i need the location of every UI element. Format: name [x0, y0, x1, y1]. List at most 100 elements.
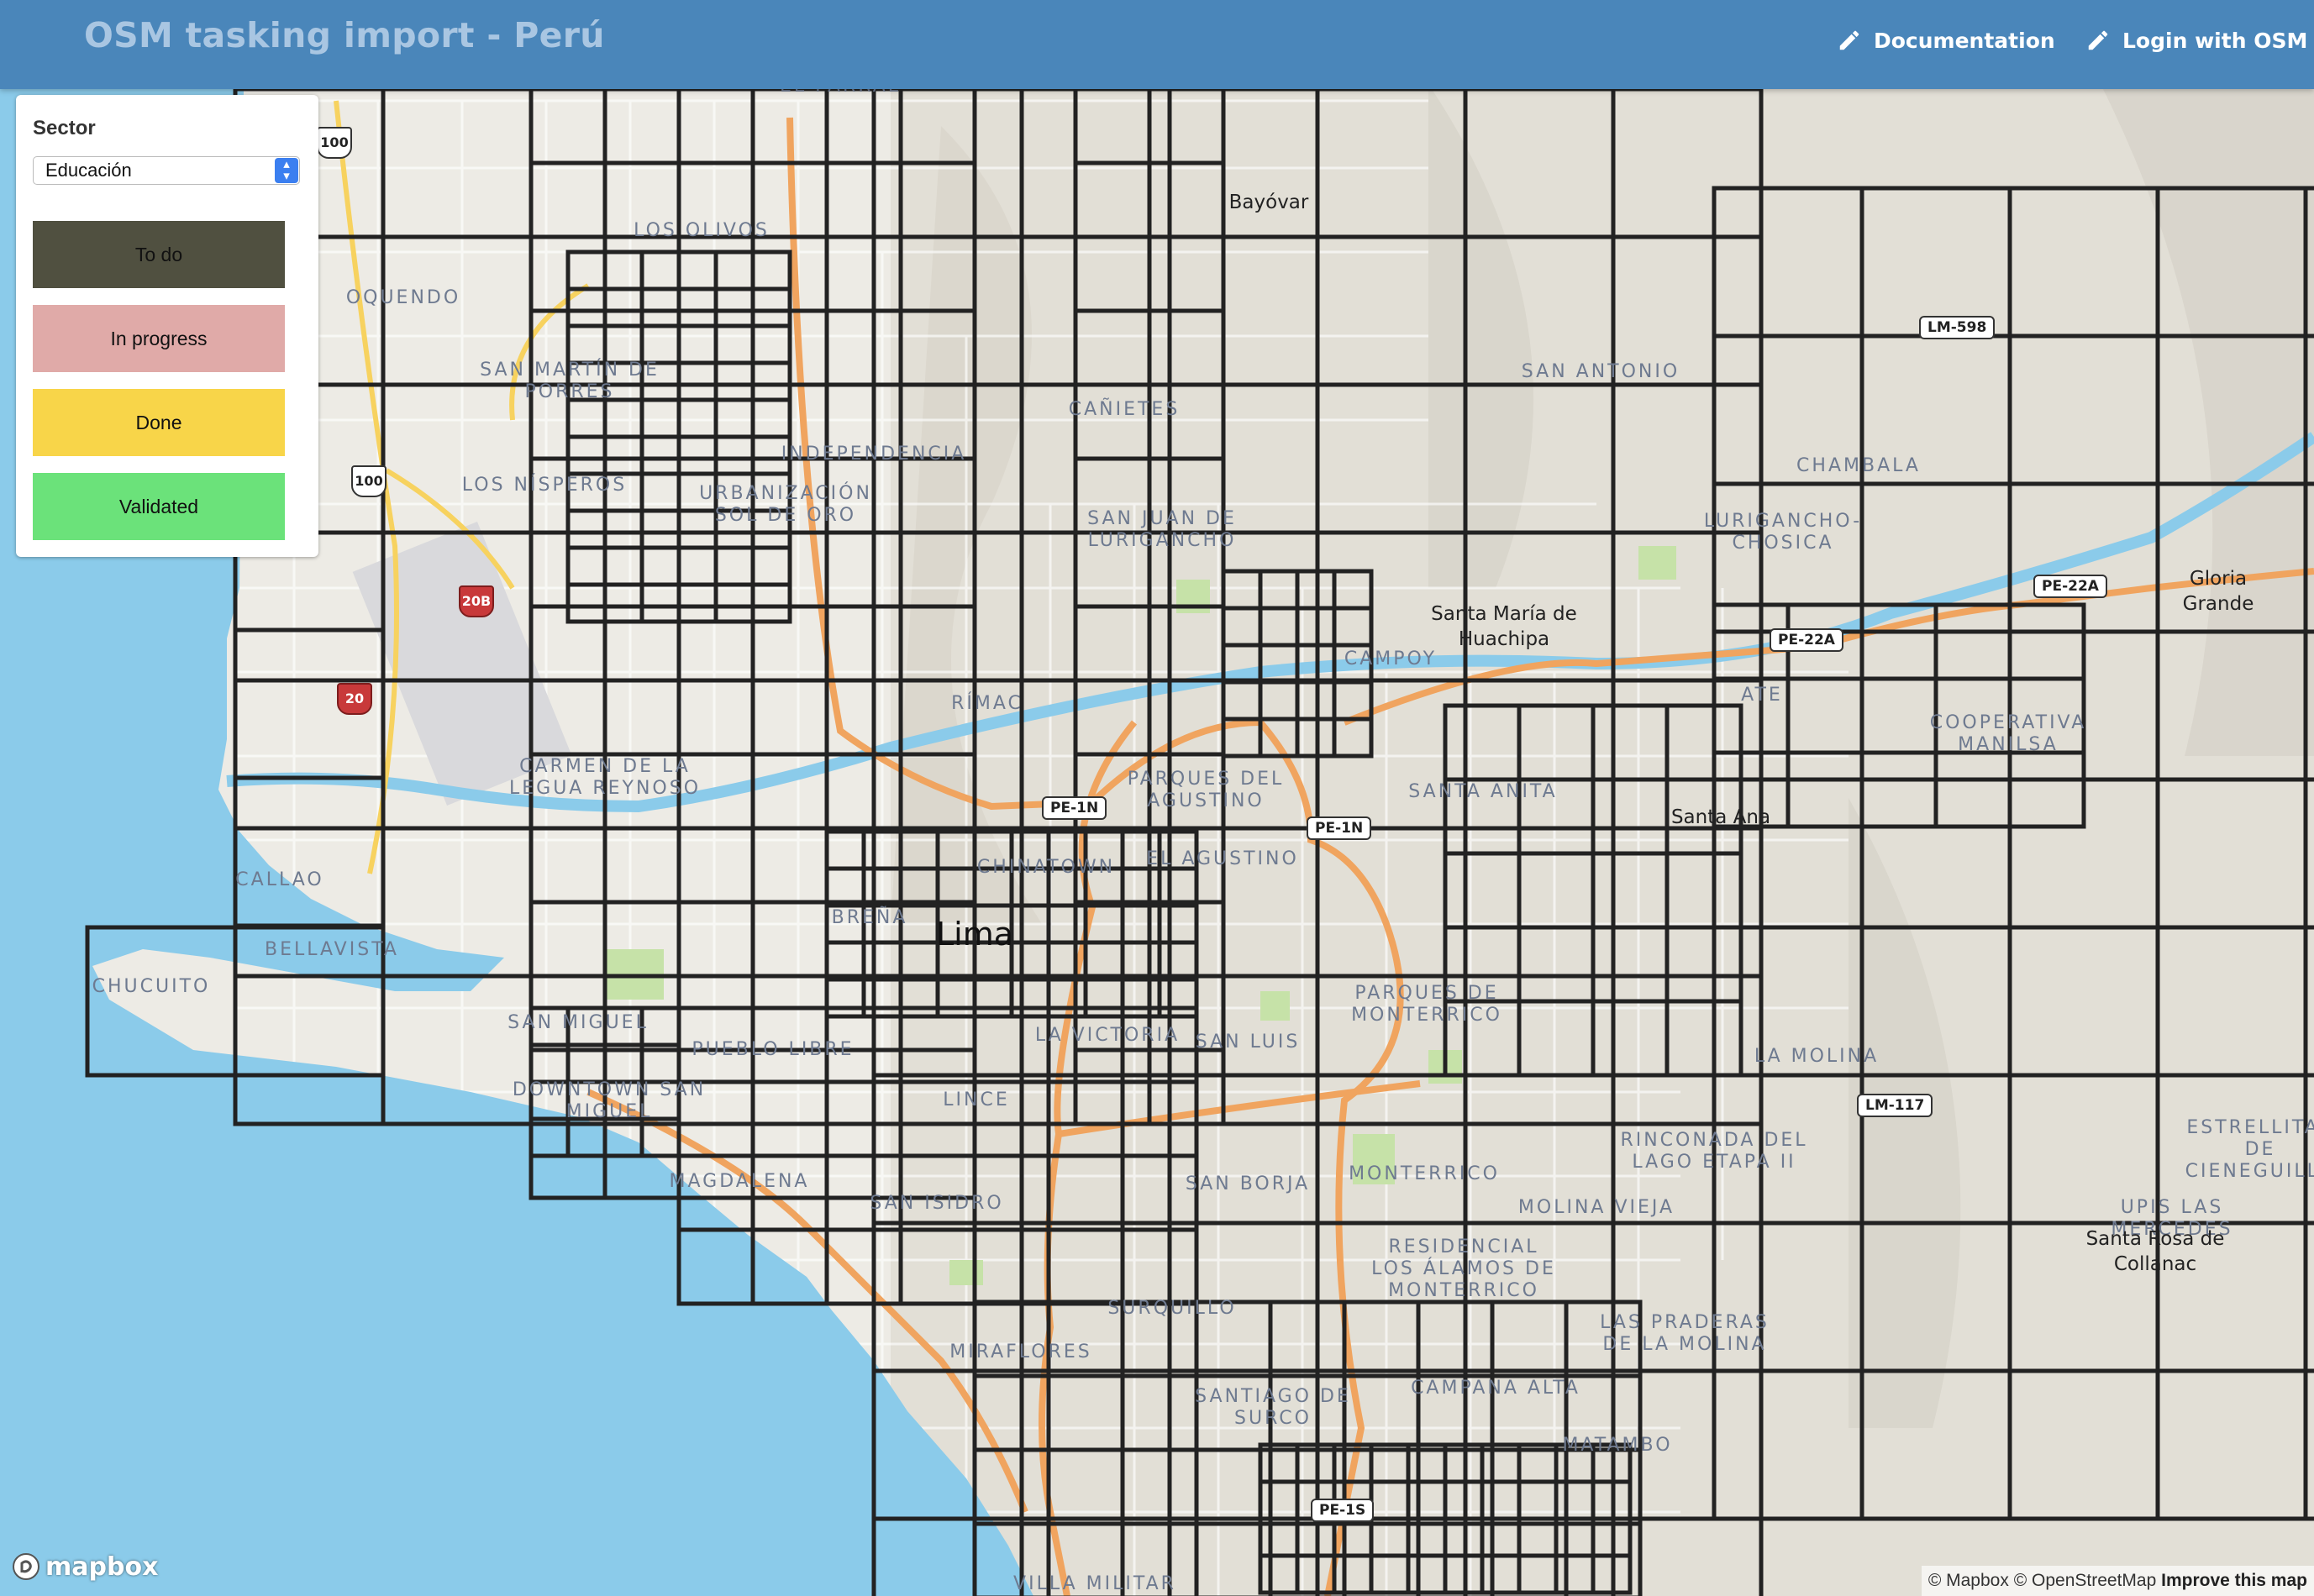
task-cell[interactable]: [676, 1153, 755, 1232]
task-cell[interactable]: [972, 1373, 1051, 1452]
task-cell[interactable]: [898, 160, 977, 239]
task-cell[interactable]: [676, 582, 718, 624]
task-cell[interactable]: [639, 508, 681, 550]
task-cell[interactable]: [1517, 703, 1596, 782]
task-cell[interactable]: [824, 530, 903, 609]
task-cell[interactable]: [750, 1153, 829, 1232]
task-cell[interactable]: [861, 829, 903, 871]
task-cell[interactable]: [565, 323, 607, 365]
task-cell[interactable]: [1517, 1553, 1559, 1595]
task-cell[interactable]: [2303, 1368, 2314, 1521]
task-cell[interactable]: [1046, 1079, 1125, 1158]
task-cell[interactable]: [871, 1368, 1024, 1521]
task-cell[interactable]: [750, 545, 792, 587]
task-cell[interactable]: [1046, 1373, 1125, 1452]
task-cell[interactable]: [1463, 87, 1616, 239]
task-cell[interactable]: [1258, 717, 1300, 759]
task-cell[interactable]: [898, 87, 977, 165]
task-cell[interactable]: [1268, 1299, 1347, 1378]
task-cell[interactable]: [565, 249, 607, 291]
task-cell[interactable]: [602, 900, 681, 979]
task-cell[interactable]: [1046, 1153, 1125, 1232]
task-cell[interactable]: [1073, 87, 1152, 165]
task-cell[interactable]: [2303, 925, 2314, 1078]
task-cell[interactable]: [676, 900, 755, 979]
task-cell[interactable]: [602, 323, 644, 365]
task-cell[interactable]: [676, 87, 755, 165]
task-cell[interactable]: [1073, 160, 1152, 239]
status-done-button[interactable]: Done: [33, 389, 285, 456]
task-cell[interactable]: [2155, 186, 2308, 339]
task-cell[interactable]: [2303, 1221, 2314, 1373]
task-cell[interactable]: [1332, 680, 1374, 722]
task-cell[interactable]: [676, 1227, 755, 1306]
task-cell[interactable]: [1665, 925, 1743, 1004]
task-cell[interactable]: [1073, 234, 1152, 313]
task-cell[interactable]: [1009, 940, 1051, 982]
task-cell[interactable]: [750, 1227, 829, 1306]
task-cell[interactable]: [861, 977, 903, 1019]
task-cell[interactable]: [2303, 629, 2314, 782]
task-cell[interactable]: [1147, 604, 1226, 683]
task-cell[interactable]: [1120, 1079, 1199, 1158]
task-cell[interactable]: [898, 604, 977, 683]
task-cell[interactable]: [602, 286, 644, 328]
task-cell[interactable]: [676, 249, 718, 291]
task-cell[interactable]: [1046, 1447, 1125, 1526]
task-cell[interactable]: [1315, 234, 1468, 387]
task-cell[interactable]: [1332, 569, 1374, 611]
task-cell[interactable]: [1443, 703, 1522, 782]
task-cell[interactable]: [750, 582, 792, 624]
task-cell[interactable]: [1933, 750, 2012, 829]
task-cell[interactable]: [1591, 703, 1670, 782]
task-cell[interactable]: [1221, 569, 1263, 611]
task-cell[interactable]: [972, 977, 1014, 1019]
task-cell[interactable]: [1147, 87, 1226, 165]
task-cell[interactable]: [565, 286, 607, 328]
task-cell[interactable]: [898, 829, 940, 871]
task-cell[interactable]: [824, 160, 903, 239]
task-cell[interactable]: [1073, 604, 1152, 683]
task-cell[interactable]: [1167, 1073, 1320, 1226]
task-cell[interactable]: [381, 87, 534, 239]
task-cell[interactable]: [750, 1079, 829, 1158]
task-cell[interactable]: [2155, 333, 2308, 486]
task-cell[interactable]: [1019, 1368, 1172, 1521]
mapbox-credit-link[interactable]: © Mapbox: [1928, 1571, 2009, 1590]
task-cell[interactable]: [713, 360, 755, 402]
login-link[interactable]: Login with OSM: [2085, 24, 2307, 57]
task-cell[interactable]: [898, 752, 977, 831]
task-cell[interactable]: [1480, 1553, 1522, 1595]
task-cell[interactable]: [898, 977, 940, 1019]
task-cell[interactable]: [1120, 903, 1162, 945]
task-cell[interactable]: [1147, 234, 1226, 313]
app-title[interactable]: OSM tasking import - Perú: [84, 15, 605, 55]
task-cell[interactable]: [1480, 1479, 1522, 1521]
task-cell[interactable]: [565, 397, 607, 439]
task-cell[interactable]: [1517, 1479, 1559, 1521]
documentation-link[interactable]: Documentation: [1837, 24, 2055, 57]
task-cell[interactable]: [824, 1047, 903, 1126]
task-cell[interactable]: [713, 286, 755, 328]
task-cell[interactable]: [381, 382, 534, 535]
task-cell[interactable]: [972, 1299, 1051, 1378]
task-cell[interactable]: [824, 234, 903, 313]
task-cell[interactable]: [639, 545, 681, 587]
task-cell[interactable]: [750, 1047, 829, 1126]
task-cell[interactable]: [602, 508, 644, 550]
task-cell[interactable]: [1120, 866, 1162, 908]
task-cell[interactable]: [529, 900, 607, 979]
task-cell[interactable]: [602, 582, 644, 624]
task-cell[interactable]: [2007, 333, 2160, 486]
task-cell[interactable]: [898, 1005, 977, 1084]
task-cell[interactable]: [1073, 308, 1152, 387]
task-cell[interactable]: [898, 308, 977, 387]
task-cell[interactable]: [1859, 602, 1938, 681]
task-cell[interactable]: [1859, 750, 1938, 829]
task-cell[interactable]: [1120, 977, 1162, 1019]
status-in-progress-button[interactable]: In progress: [33, 305, 285, 372]
task-cell[interactable]: [824, 866, 866, 908]
task-cell[interactable]: [750, 323, 792, 365]
task-cell[interactable]: [1083, 977, 1125, 1019]
task-cell[interactable]: [1315, 1073, 1468, 1226]
